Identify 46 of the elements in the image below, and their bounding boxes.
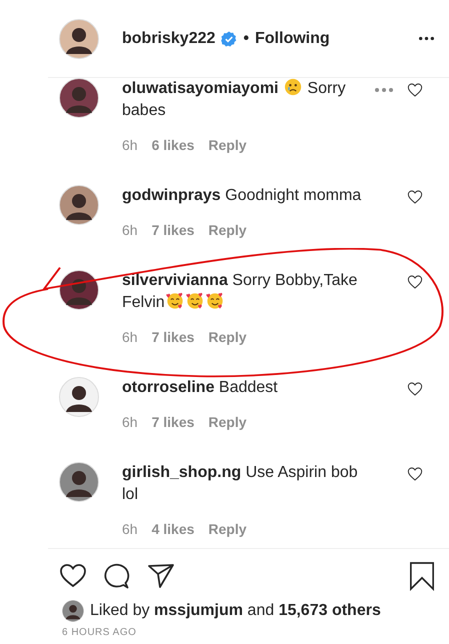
- comment-time: 6h: [122, 221, 138, 239]
- likes-count[interactable]: 7 likes: [152, 413, 194, 431]
- avatar[interactable]: [59, 18, 99, 58]
- reply-link[interactable]: Reply: [208, 136, 247, 154]
- likes-count[interactable]: 6 likes: [152, 136, 194, 154]
- avatar[interactable]: [59, 462, 99, 502]
- comment-text: silvervivianna Sorry Bobby,Take Felvin: [122, 271, 358, 313]
- comment-time: 6h: [122, 136, 138, 154]
- bookmark-icon[interactable]: [409, 561, 435, 591]
- like-heart-icon[interactable]: [59, 562, 87, 590]
- comment-text: girlish_shop.ng Use Aspirin bob lol: [122, 463, 359, 505]
- crying-face-icon: [284, 78, 302, 96]
- following-button[interactable]: Following: [255, 30, 330, 48]
- reply-link[interactable]: Reply: [208, 328, 247, 346]
- comment-time: 6h: [122, 328, 138, 346]
- comment-text: godwinprays Goodnight momma: [122, 186, 362, 206]
- likes-count[interactable]: 4 likes: [152, 520, 194, 538]
- send-icon[interactable]: [147, 562, 175, 590]
- username[interactable]: bobrisky222: [122, 30, 216, 48]
- comment-bubble-icon[interactable]: [103, 562, 131, 590]
- like-heart-icon[interactable]: [407, 381, 423, 397]
- separator-dot: •: [243, 30, 249, 48]
- avatar[interactable]: [59, 78, 99, 118]
- reply-link[interactable]: Reply: [208, 221, 247, 239]
- smiling-face-hearts-icon: [166, 292, 184, 310]
- likes-count[interactable]: 7 likes: [152, 328, 194, 346]
- comment-text: otorroseline Baddest: [122, 378, 279, 398]
- avatar[interactable]: [62, 600, 84, 622]
- like-heart-icon[interactable]: [407, 466, 423, 482]
- like-heart-icon[interactable]: [407, 82, 423, 98]
- like-heart-icon[interactable]: [407, 189, 423, 205]
- smiling-face-hearts-icon: [206, 292, 224, 310]
- comment-text: oluwatisayomiayomi Sorry babes: [122, 78, 347, 121]
- like-heart-icon[interactable]: [407, 274, 423, 290]
- comment-time: 6h: [122, 413, 138, 431]
- more-options-icon[interactable]: [418, 36, 435, 41]
- comment-time: 6h: [122, 520, 138, 538]
- smiling-face-hearts-icon: [186, 292, 204, 310]
- reply-link[interactable]: Reply: [208, 413, 247, 431]
- post-timestamp: 6 HOURS AGO: [61, 626, 138, 638]
- avatar[interactable]: [59, 185, 99, 225]
- avatar[interactable]: [59, 270, 99, 310]
- reply-link[interactable]: Reply: [208, 520, 247, 538]
- avatar[interactable]: [59, 377, 99, 417]
- likes-count[interactable]: 7 likes: [152, 221, 194, 239]
- likes-summary: Liked by mssjumjum and 15,673 others: [90, 602, 381, 620]
